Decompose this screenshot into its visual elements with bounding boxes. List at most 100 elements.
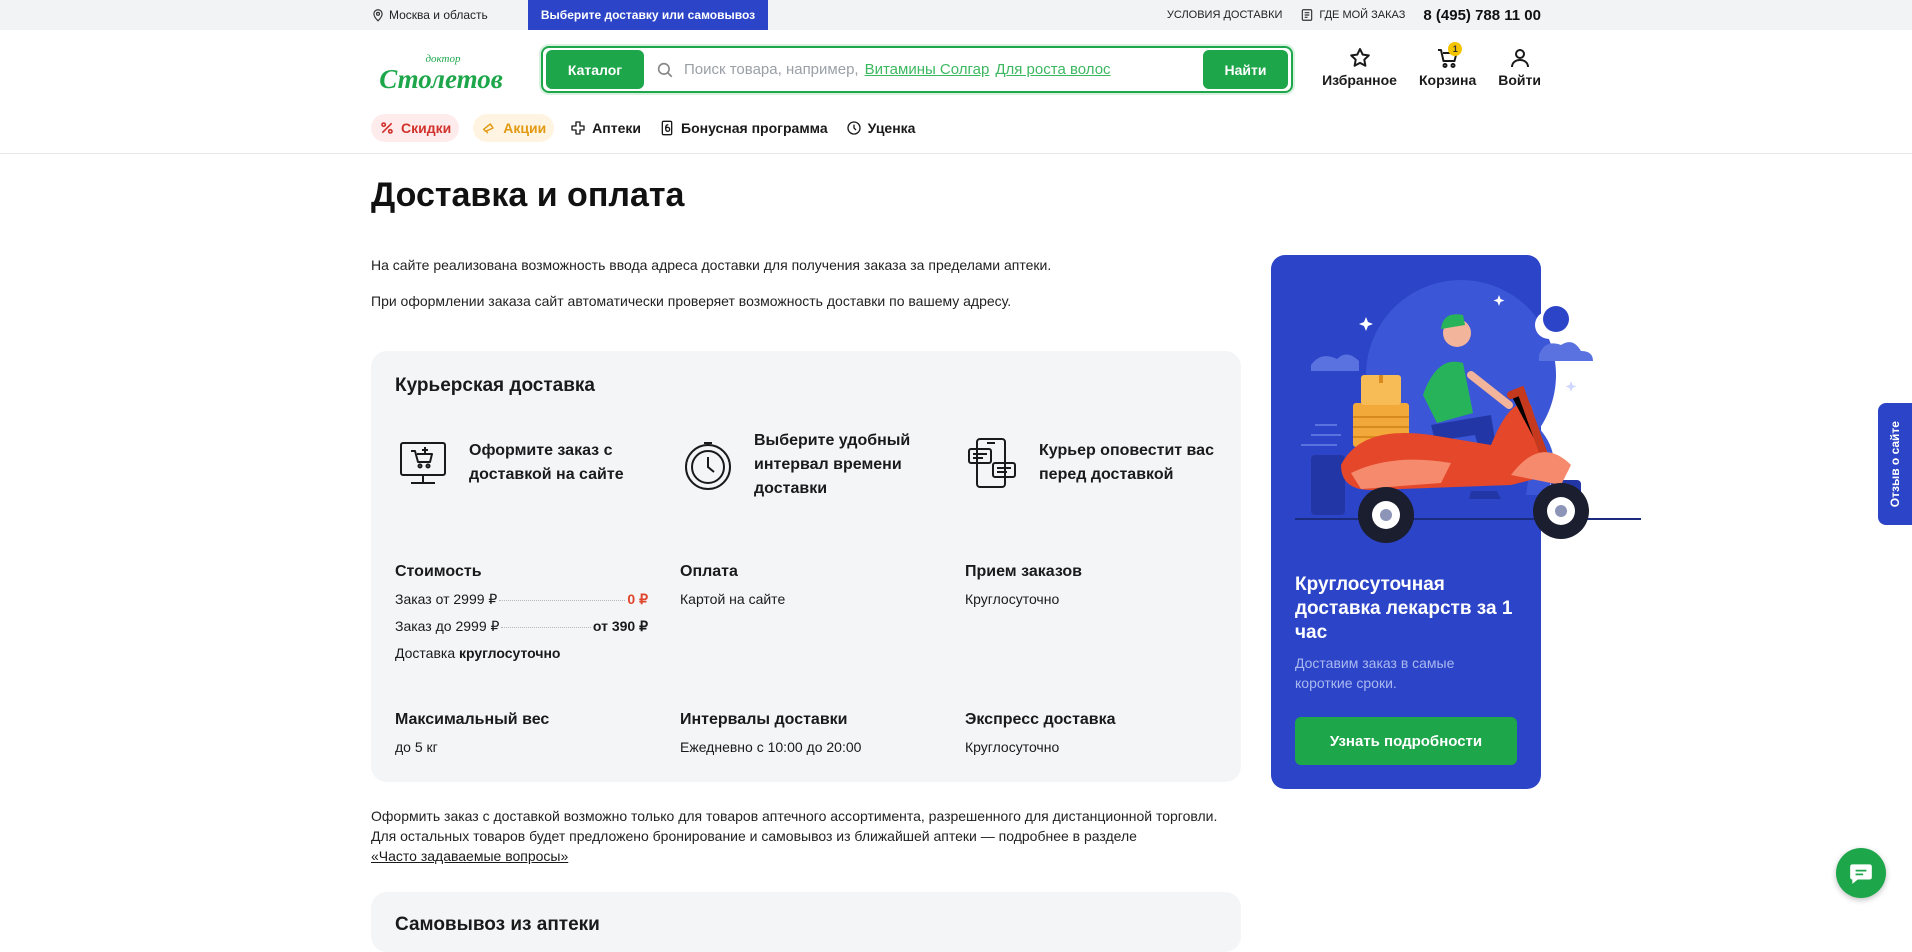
nav-sale[interactable]: Скидки xyxy=(371,114,460,142)
site-header: доктор Столетов Каталог Поиск товара, на… xyxy=(0,30,1912,154)
main-nav: Скидки Акции Аптеки Бонусная программа У… xyxy=(371,114,917,142)
intervals-heading: Интервалы доставки xyxy=(680,711,848,728)
weight-heading: Максимальный вес xyxy=(395,711,550,728)
nav-markdown[interactable]: Уценка xyxy=(844,114,918,142)
cost-block: Стоимость Заказ от 2999 ₽ 0 ₽ Заказ до 2… xyxy=(395,563,648,671)
cost-value: 0 ₽ xyxy=(627,591,648,607)
intervals-value: Ежедневно с 10:00 до 20:00 xyxy=(680,739,862,755)
search-example-link[interactable]: Витамины Солгар xyxy=(865,61,990,78)
favorites-label: Избранное xyxy=(1322,72,1397,88)
search-example-link[interactable]: Для роста волос xyxy=(995,61,1110,78)
pickup-card: Самовывоз из аптеки xyxy=(371,892,1241,952)
cost-value: круглосуточно xyxy=(459,645,561,661)
nav-pharmacies[interactable]: Аптеки xyxy=(568,114,643,142)
faq-link[interactable]: «Часто задаваемые вопросы» xyxy=(371,848,568,864)
courier-delivery-card: Курьерская доставка Оформите заказ с дос… xyxy=(371,351,1241,782)
search-input[interactable]: Поиск товара, например, Витамины Солгар … xyxy=(684,61,1111,78)
step-text: Курьер оповестит вас перед доставкой xyxy=(1039,442,1214,483)
orders-value: Круглосуточно xyxy=(965,591,1060,607)
nav-promo-label: Акции xyxy=(503,120,547,136)
order-tracking-icon xyxy=(1302,9,1313,21)
restriction-note: Оформить заказ с доставкой возможно толь… xyxy=(371,806,1241,866)
intro-text: На сайте реализована возможность ввода а… xyxy=(371,257,1052,273)
courier-delivery-title: Курьерская доставка xyxy=(395,375,595,396)
search-icon xyxy=(657,62,673,77)
login-label: Войти xyxy=(1498,72,1541,88)
star-icon xyxy=(1349,48,1370,67)
cost-row: Заказ от 2999 ₽ 0 ₽ xyxy=(395,591,648,608)
cross-icon xyxy=(571,121,585,135)
location-label: Москва и область xyxy=(389,8,488,22)
choose-delivery-button[interactable]: Выберите доставку или самовывоз xyxy=(528,0,768,30)
catalog-button[interactable]: Каталог xyxy=(546,50,644,89)
payment-value: Картой на сайте xyxy=(680,591,786,607)
weight-block: Максимальный вес до 5 кг xyxy=(395,711,549,755)
phone-number[interactable]: 8 (495) 788 11 00 xyxy=(1423,7,1541,24)
megaphone-icon xyxy=(483,123,494,134)
orders-heading: Прием заказов xyxy=(965,563,1082,580)
where-order-link[interactable]: где мой заказ xyxy=(1300,8,1405,22)
user-icon xyxy=(1510,49,1529,68)
cost-value: от 390 ₽ xyxy=(592,618,648,634)
dotted-leader xyxy=(499,600,626,601)
step-interval: Выберите удобный интервал времени достав… xyxy=(680,429,940,501)
cart-button[interactable]: 1 Корзина xyxy=(1418,42,1477,88)
favorites-button[interactable]: Избранное xyxy=(1322,46,1397,88)
promo-subtitle: Доставим заказ в самые короткие сроки. xyxy=(1295,655,1455,691)
stopwatch-icon xyxy=(685,442,731,490)
pickup-title: Самовывоз из аптеки xyxy=(395,914,600,935)
step-text: Выберите удобный интервал времени достав… xyxy=(754,432,911,497)
restriction-text: Оформить заказ с доставкой возможно толь… xyxy=(371,808,1218,844)
logo[interactable]: доктор Столетов xyxy=(371,50,511,98)
intro-text: При оформлении заказа сайт автоматически… xyxy=(371,293,1012,309)
cost-label: Заказ до 2999 ₽ xyxy=(395,618,500,634)
cart-label: Корзина xyxy=(1418,72,1477,88)
feedback-label: Отзыв о сайте xyxy=(1888,420,1902,508)
delivery-terms-link[interactable]: условия доставки xyxy=(1167,9,1283,21)
promo-title: Круглосуточная доставка лекарств за 1 ча… xyxy=(1295,574,1513,643)
payment-heading: Оплата xyxy=(680,563,738,580)
feedback-tab[interactable]: Отзыв о сайте xyxy=(1878,403,1912,525)
step-text: Оформите заказ с доставкой на сайте xyxy=(469,442,624,483)
computer-cart-icon xyxy=(400,442,446,484)
location-pin-icon xyxy=(373,9,383,22)
nav-bonus[interactable]: Бонусная программа xyxy=(657,114,830,142)
nav-bonus-label: Бонусная программа xyxy=(681,120,828,136)
orders-block: Прием заказов Круглосуточно xyxy=(965,563,1082,607)
clock-icon xyxy=(846,121,861,135)
where-order-label: где мой заказ xyxy=(1319,9,1406,21)
nav-promo[interactable]: Акции xyxy=(473,114,555,142)
nav-markdown-label: Уценка xyxy=(867,120,916,136)
nav-pharmacies-label: Аптеки xyxy=(592,120,641,136)
nav-sale-label: Скидки xyxy=(401,120,452,136)
login-button[interactable]: Войти xyxy=(1498,46,1541,88)
dotted-leader xyxy=(501,627,591,628)
courier-scooter-illustration xyxy=(1295,280,1641,543)
step-order: Оформите заказ с доставкой на сайте xyxy=(395,435,655,491)
logo-main-text: Столетов xyxy=(379,64,503,94)
learn-more-button[interactable]: Узнать подробности xyxy=(1295,717,1517,765)
phone-chat-icon xyxy=(968,438,1016,488)
chat-button[interactable] xyxy=(1836,848,1886,898)
weight-value: до 5 кг xyxy=(395,739,438,755)
find-button[interactable]: Найти xyxy=(1203,50,1288,89)
payment-block: Оплата Картой на сайте xyxy=(680,563,785,607)
location-selector[interactable]: Москва и область xyxy=(371,8,488,22)
promo-banner: Круглосуточная доставка лекарств за 1 ча… xyxy=(1271,255,1641,789)
cost-heading: Стоимость xyxy=(395,563,482,580)
express-heading: Экспресс доставка xyxy=(965,711,1116,728)
cart-count-badge: 1 xyxy=(1448,42,1463,56)
cost-row: Заказ до 2999 ₽ от 390 ₽ xyxy=(395,618,648,635)
bonus-card-icon xyxy=(661,120,673,136)
cost-row: Доставка круглосуточно xyxy=(395,645,648,661)
percent-icon xyxy=(381,122,393,134)
express-value: Круглосуточно xyxy=(965,739,1060,755)
chat-icon xyxy=(1850,864,1872,884)
search-placeholder: Поиск товара, например, xyxy=(684,61,859,78)
intervals-block: Интервалы доставки Ежедневно с 10:00 до … xyxy=(680,711,861,755)
cost-label: Заказ от 2999 ₽ xyxy=(395,591,498,607)
search-bar: Каталог Поиск товара, например, Витамины… xyxy=(541,46,1293,93)
cost-label: Доставка xyxy=(395,645,456,661)
step-notify: Курьер оповестит вас перед доставкой xyxy=(965,435,1225,491)
page-title: Доставка и оплата xyxy=(371,176,685,214)
